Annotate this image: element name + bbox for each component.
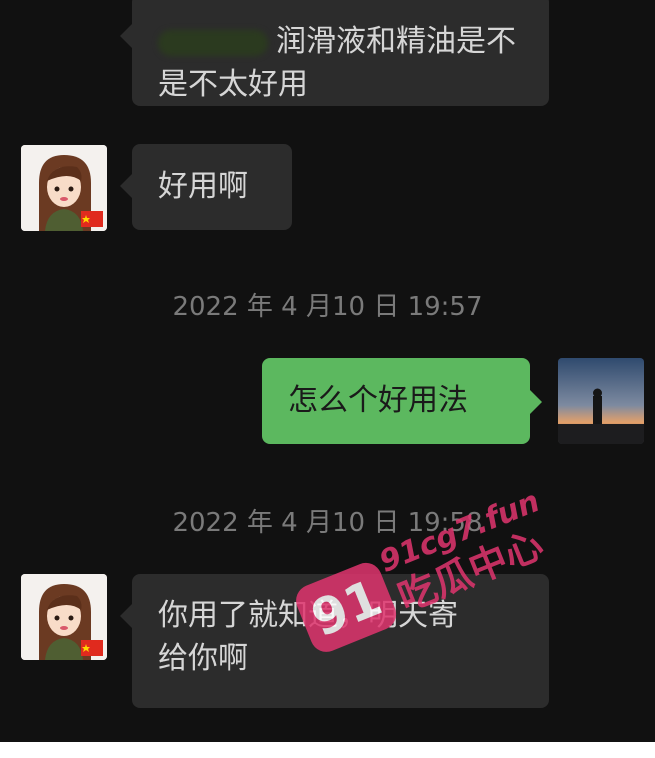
- message-text: 好用啊: [158, 169, 248, 204]
- girl-avatar-icon: [21, 574, 107, 660]
- message-timestamp: 2022 年 4 月10 日 19:57: [172, 292, 483, 322]
- contact-avatar[interactable]: [21, 145, 107, 231]
- contact-avatar[interactable]: [21, 574, 107, 660]
- message-text-line: 你用了就知道，明天寄: [158, 598, 458, 633]
- incoming-message-bubble[interactable]: 好用啊: [120, 144, 292, 230]
- sunset-silhouette-avatar-icon: [558, 358, 644, 444]
- self-avatar[interactable]: [558, 358, 644, 444]
- message-text-line: 是不太好用: [158, 67, 308, 102]
- message-text-line: 给你啊: [158, 641, 248, 676]
- outgoing-message-bubble[interactable]: 怎么个好用法: [262, 358, 542, 444]
- incoming-message-bubble[interactable]: 润滑液和精油是不 是不太好用: [120, 0, 549, 106]
- girl-avatar-icon: [21, 145, 107, 231]
- incoming-message-bubble[interactable]: 你用了就知道，明天寄 给你啊: [120, 574, 549, 708]
- message-text-line: 润滑液和精油是不: [158, 20, 525, 63]
- chat-view[interactable]: 润滑液和精油是不 是不太好用 好用啊 2022 年 4 月10 日 19:57 …: [0, 0, 655, 742]
- message-timestamp: 2022 年 4 月10 日 19:58: [172, 508, 483, 538]
- redacted-blur: [158, 29, 268, 56]
- message-text: 怎么个好用法: [288, 383, 468, 418]
